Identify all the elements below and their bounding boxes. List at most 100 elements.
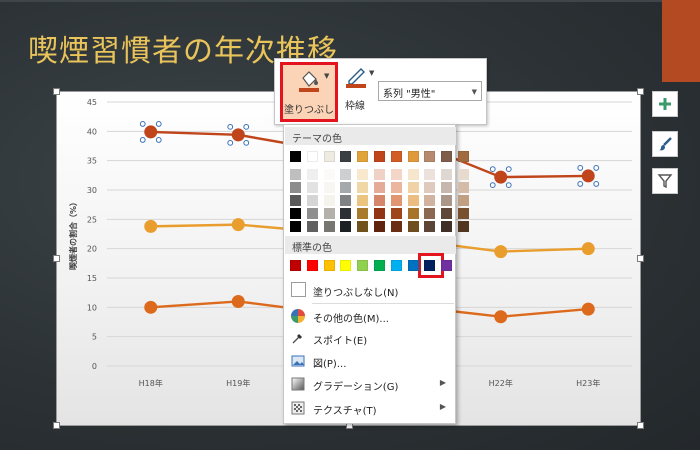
theme-color-shade-swatch[interactable] bbox=[390, 221, 402, 232]
theme-color-shade-swatch[interactable] bbox=[340, 169, 352, 180]
theme-color-swatch[interactable] bbox=[357, 151, 369, 162]
theme-color-shade-swatch[interactable] bbox=[306, 169, 318, 180]
standard-color-swatch[interactable] bbox=[323, 260, 335, 271]
theme-color-swatch[interactable] bbox=[458, 151, 469, 162]
theme-color-shade-swatch[interactable] bbox=[323, 182, 335, 193]
standard-color-swatch[interactable] bbox=[374, 260, 385, 271]
standard-color-swatch[interactable] bbox=[340, 260, 352, 271]
theme-color-shade-swatch[interactable] bbox=[323, 221, 335, 232]
theme-color-shade-swatch[interactable] bbox=[424, 208, 436, 219]
theme-color-shade-swatch[interactable] bbox=[340, 221, 352, 232]
theme-color-shade-swatch[interactable] bbox=[306, 208, 318, 219]
theme-color-swatch[interactable] bbox=[306, 151, 318, 162]
chart-elements-button[interactable] bbox=[652, 91, 678, 117]
theme-color-shade-swatch[interactable] bbox=[374, 221, 385, 232]
point-selection-handle bbox=[577, 181, 584, 187]
theme-color-shade-swatch[interactable] bbox=[374, 182, 385, 193]
standard-color-swatch[interactable] bbox=[390, 260, 402, 271]
theme-color-shade-swatch[interactable] bbox=[306, 221, 318, 232]
theme-color-shade-swatch[interactable] bbox=[441, 208, 453, 219]
resize-handle-tr[interactable] bbox=[637, 88, 644, 95]
theme-color-shade-swatch[interactable] bbox=[306, 195, 318, 206]
theme-color-swatch[interactable] bbox=[374, 151, 385, 162]
theme-color-shade-swatch[interactable] bbox=[458, 182, 469, 193]
x-tick-label: H18年 bbox=[139, 378, 163, 388]
standard-color-swatch[interactable] bbox=[357, 260, 369, 271]
chart-filter-button[interactable] bbox=[652, 168, 678, 194]
series-select[interactable]: 系列 "男性" ▼ bbox=[378, 81, 482, 101]
theme-color-swatch[interactable] bbox=[323, 151, 335, 162]
theme-color-shade-swatch[interactable] bbox=[374, 195, 385, 206]
theme-color-shade-swatch[interactable] bbox=[458, 195, 469, 206]
theme-color-shade-swatch[interactable] bbox=[458, 208, 469, 219]
theme-color-shade-swatch[interactable] bbox=[374, 208, 385, 219]
theme-color-shade-swatch[interactable] bbox=[390, 208, 402, 219]
outline-dropdown-arrow-icon[interactable]: ▼ bbox=[369, 69, 374, 77]
theme-color-swatch[interactable] bbox=[424, 151, 436, 162]
theme-color-swatch[interactable] bbox=[390, 151, 402, 162]
theme-color-shade-swatch[interactable] bbox=[357, 169, 369, 180]
gradient-item[interactable]: グラデーション(G) ▶ bbox=[285, 373, 456, 395]
theme-color-shade-swatch[interactable] bbox=[424, 182, 436, 193]
theme-color-shade-swatch[interactable] bbox=[407, 208, 419, 219]
theme-color-shade-swatch[interactable] bbox=[458, 221, 469, 232]
theme-color-shade-swatch[interactable] bbox=[290, 195, 301, 206]
standard-color-swatch[interactable] bbox=[306, 260, 318, 271]
fill-button[interactable]: ▼ 塗りつぶし bbox=[280, 62, 338, 122]
theme-color-shade-swatch[interactable] bbox=[441, 182, 453, 193]
theme-color-shade-swatch[interactable] bbox=[323, 169, 335, 180]
theme-color-shade-swatch[interactable] bbox=[441, 169, 453, 180]
resize-handle-right[interactable] bbox=[637, 255, 644, 262]
theme-color-shade-swatch[interactable] bbox=[441, 221, 453, 232]
theme-color-shade-swatch[interactable] bbox=[441, 195, 453, 206]
resize-handle-bl[interactable] bbox=[53, 422, 60, 429]
theme-color-shade-swatch[interactable] bbox=[290, 182, 301, 193]
theme-color-shade-swatch[interactable] bbox=[340, 182, 352, 193]
outline-button[interactable]: ▼ bbox=[345, 65, 375, 93]
theme-color-shade-swatch[interactable] bbox=[306, 182, 318, 193]
theme-color-shade-swatch[interactable] bbox=[407, 169, 419, 180]
theme-color-shade-swatch[interactable] bbox=[390, 169, 402, 180]
point-selection-handle bbox=[505, 182, 512, 188]
picture-fill-item[interactable]: 図(P)... bbox=[285, 350, 456, 372]
texture-item[interactable]: テクスチャ(T) ▶ bbox=[285, 397, 456, 419]
theme-color-shade-swatch[interactable] bbox=[357, 195, 369, 206]
theme-color-shade-swatch[interactable] bbox=[340, 208, 352, 219]
standard-color-swatch[interactable] bbox=[290, 260, 301, 271]
theme-color-shade-swatch[interactable] bbox=[374, 169, 385, 180]
theme-color-shade-swatch[interactable] bbox=[357, 182, 369, 193]
standard-color-swatch[interactable] bbox=[441, 260, 453, 271]
standard-color-swatch[interactable] bbox=[407, 260, 419, 271]
theme-color-shade-swatch[interactable] bbox=[290, 221, 301, 232]
chart-styles-button[interactable] bbox=[652, 131, 678, 157]
resize-handle-tl[interactable] bbox=[53, 88, 60, 95]
theme-color-shade-swatch[interactable] bbox=[424, 169, 436, 180]
no-fill-item[interactable]: 塗りつぶしなし(N) bbox=[285, 279, 456, 301]
theme-color-swatch[interactable] bbox=[290, 151, 301, 162]
fill-dropdown-arrow-icon[interactable]: ▼ bbox=[324, 72, 329, 80]
theme-color-shade-swatch[interactable] bbox=[458, 169, 469, 180]
theme-color-shade-swatch[interactable] bbox=[290, 208, 301, 219]
theme-color-shade-swatch[interactable] bbox=[357, 221, 369, 232]
theme-color-shade-swatch[interactable] bbox=[407, 195, 419, 206]
theme-color-swatch[interactable] bbox=[340, 151, 352, 162]
theme-color-shade-swatch[interactable] bbox=[323, 195, 335, 206]
resize-handle-br[interactable] bbox=[637, 422, 644, 429]
theme-color-shade-swatch[interactable] bbox=[407, 182, 419, 193]
theme-color-shade-swatch[interactable] bbox=[357, 208, 369, 219]
eyedropper-item[interactable]: スポイト(E) bbox=[285, 327, 456, 349]
theme-color-shade-swatch[interactable] bbox=[340, 195, 352, 206]
theme-color-shade-swatch[interactable] bbox=[407, 221, 419, 232]
theme-color-shade-swatch[interactable] bbox=[424, 221, 436, 232]
theme-color-shade-swatch[interactable] bbox=[390, 182, 402, 193]
more-colors-item[interactable]: その他の色(M)... bbox=[285, 305, 456, 327]
theme-color-shade-swatch[interactable] bbox=[390, 195, 402, 206]
theme-color-shade-swatch[interactable] bbox=[290, 169, 301, 180]
theme-color-swatch[interactable] bbox=[441, 151, 453, 162]
resize-handle-left[interactable] bbox=[53, 255, 60, 262]
theme-color-shade-swatch[interactable] bbox=[424, 195, 436, 206]
theme-color-swatch[interactable] bbox=[407, 151, 419, 162]
data-point bbox=[144, 300, 158, 314]
theme-color-shade-swatch[interactable] bbox=[323, 208, 335, 219]
standard-color-swatch[interactable] bbox=[424, 260, 436, 271]
